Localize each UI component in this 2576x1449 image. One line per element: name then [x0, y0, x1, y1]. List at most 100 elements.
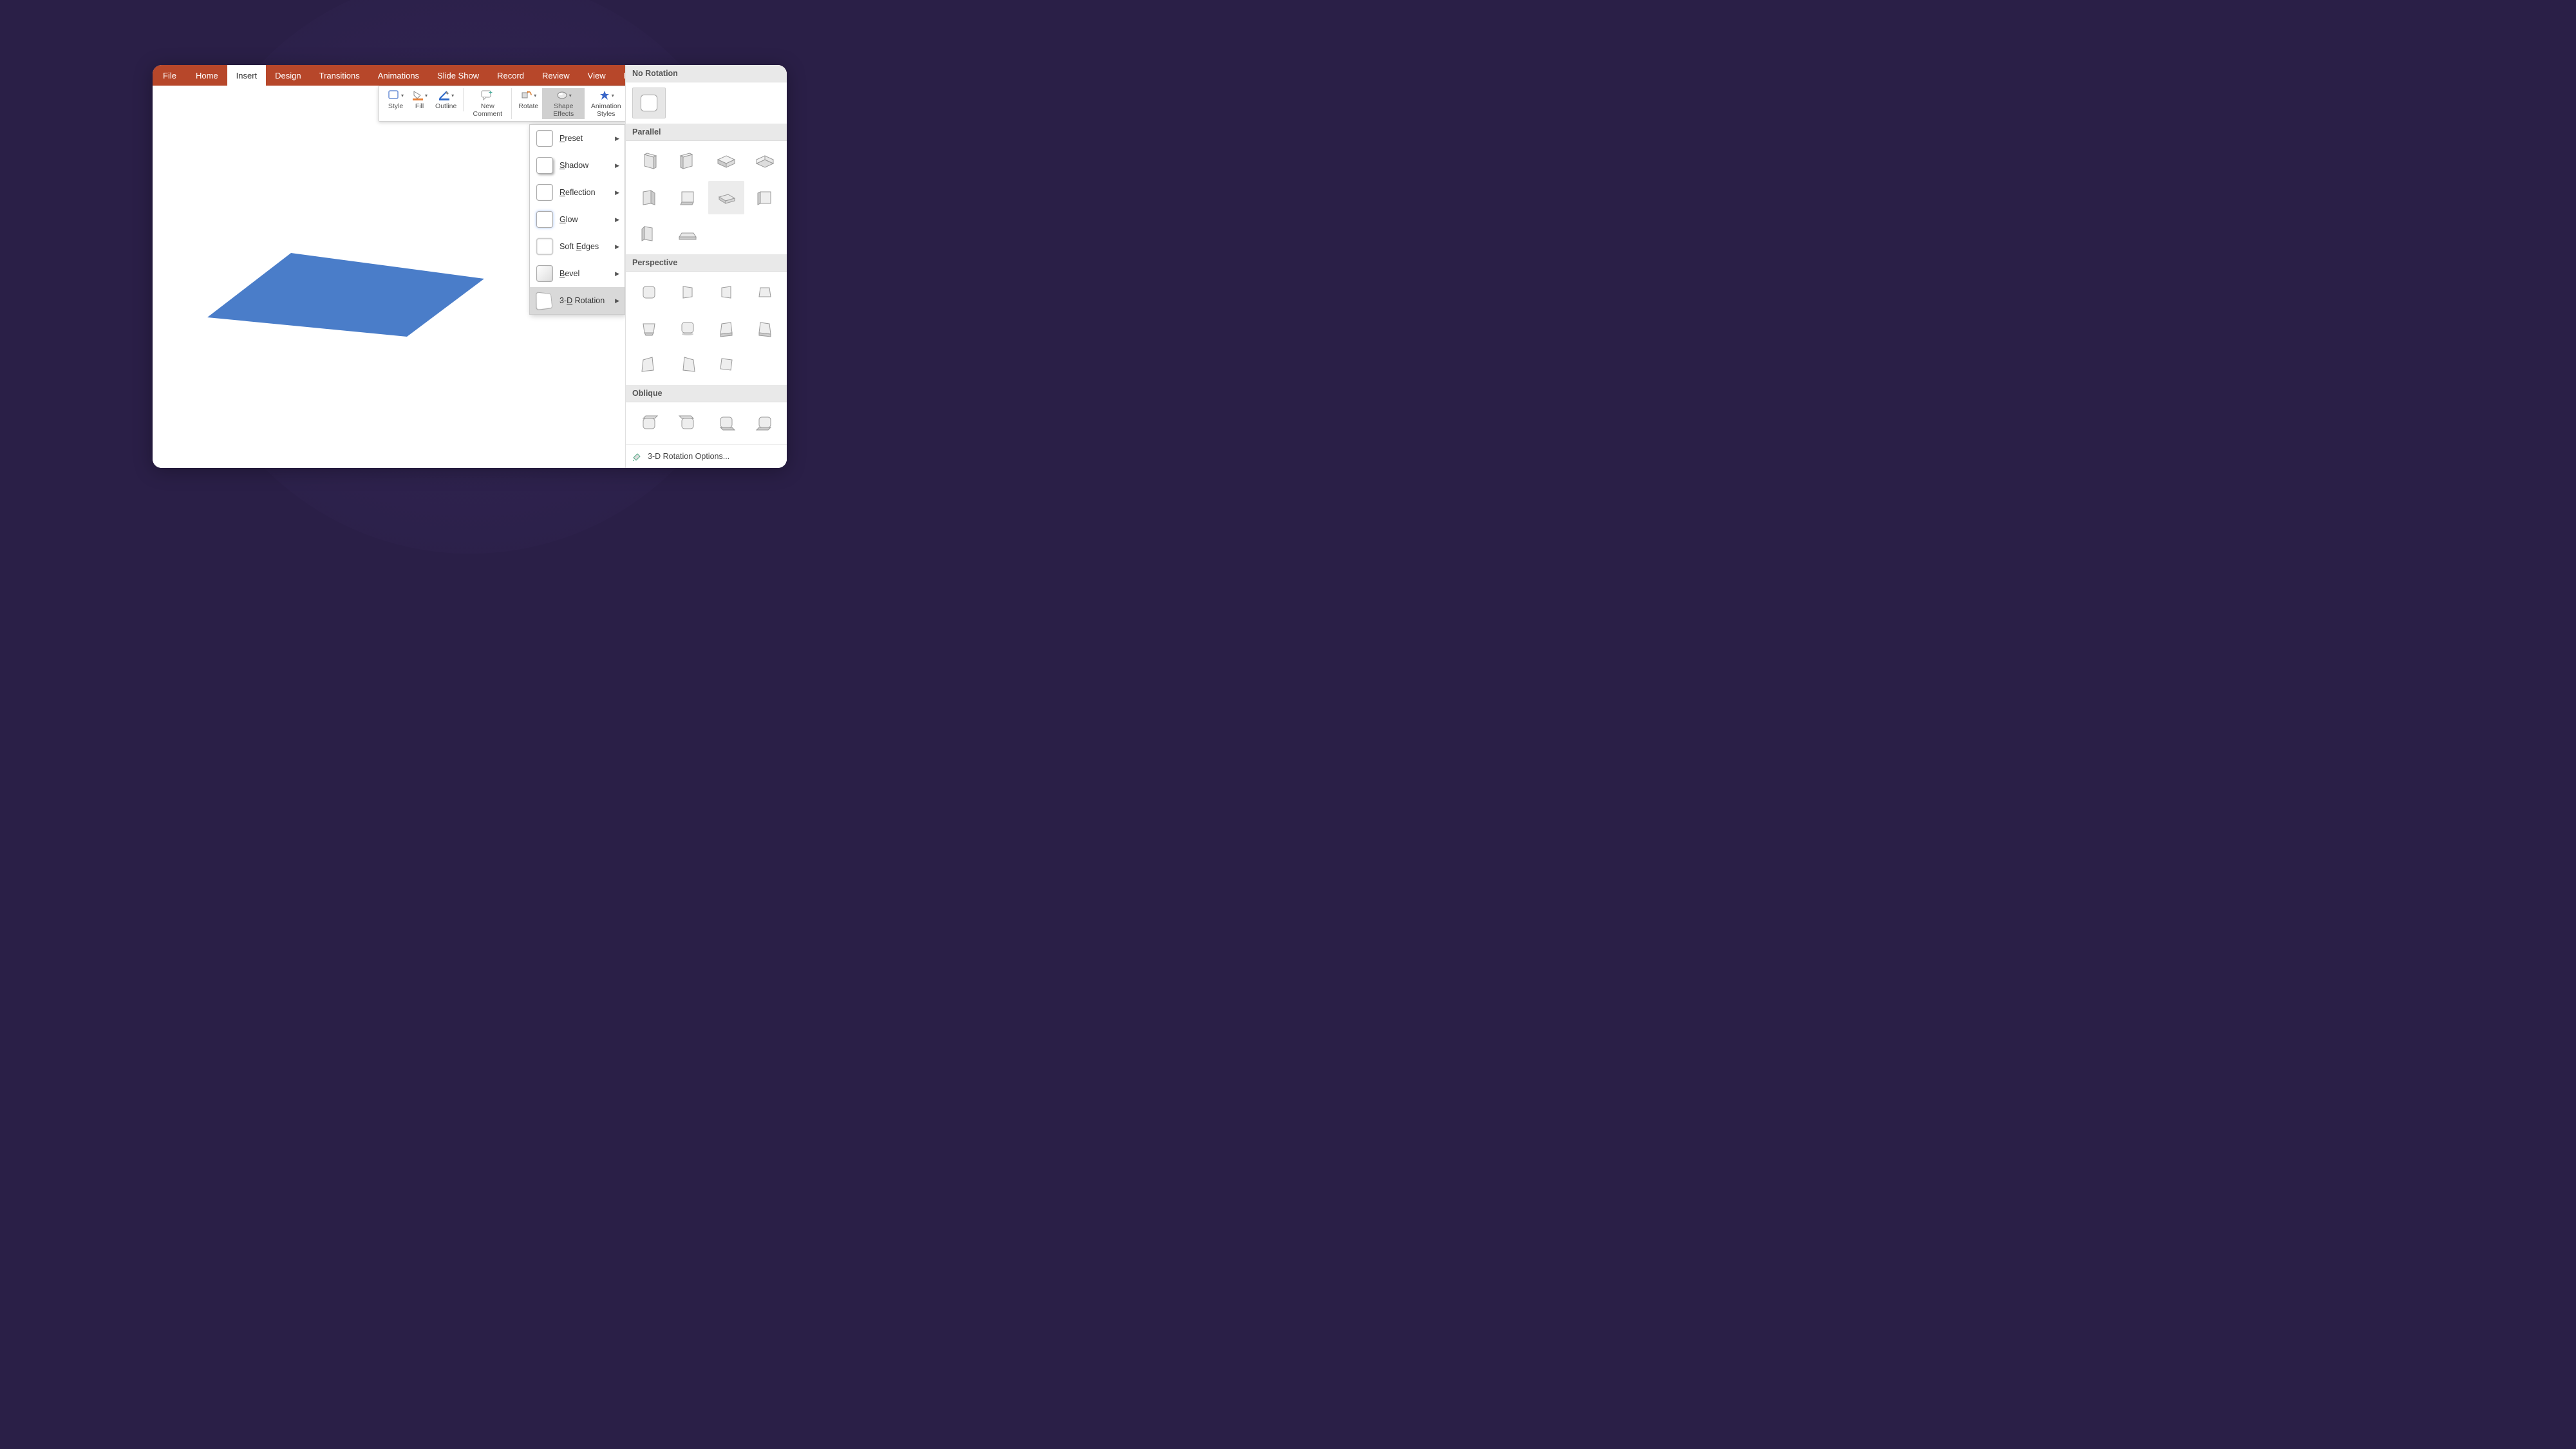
header-oblique: Oblique — [626, 385, 787, 402]
new-comment-button[interactable]: + New Comment — [466, 88, 509, 119]
rotation-3d-icon — [536, 292, 552, 310]
reflection-icon — [536, 184, 553, 201]
shape-effects-icon — [556, 89, 569, 101]
perspective-preset-11[interactable] — [708, 348, 744, 381]
style-icon — [388, 89, 400, 101]
tab-view[interactable]: View — [579, 65, 615, 86]
bevel-icon — [536, 265, 553, 282]
mini-toolbar: ▾ Style ▾ Fill ▾ Outline — [378, 86, 633, 122]
preset-icon — [536, 130, 553, 147]
tab-file[interactable]: File — [153, 65, 187, 86]
tab-animations[interactable]: Animations — [369, 65, 428, 86]
parallel-preset-2[interactable] — [670, 145, 706, 178]
parallel-preset-10[interactable] — [670, 217, 706, 250]
tab-home[interactable]: Home — [187, 65, 227, 86]
persp-contrast-r-icon — [755, 319, 775, 338]
shape-effects-label: Shape Effects — [546, 102, 581, 118]
parallel-preset-1[interactable] — [631, 145, 667, 178]
tab-design[interactable]: Design — [266, 65, 310, 86]
persp-front-icon — [639, 283, 659, 302]
shape-effects-button[interactable]: ▾ Shape Effects — [542, 88, 585, 119]
menu-preset[interactable]: Preset ▶ — [530, 125, 625, 152]
shape-effects-menu: Preset ▶ Shadow ▶ Reflection ▶ Glow ▶ So… — [529, 124, 625, 315]
persp-above-icon — [639, 319, 659, 338]
header-parallel: Parallel — [626, 124, 787, 141]
oblique-preset-4[interactable] — [747, 406, 783, 440]
iso-bottom-icon — [755, 152, 775, 171]
fill-icon — [411, 89, 424, 101]
oblique-preset-1[interactable] — [631, 406, 667, 440]
header-perspective: Perspective — [626, 254, 787, 272]
menu-bevel[interactable]: Bevel ▶ — [530, 260, 625, 287]
menu-soft-edges[interactable]: Soft Edges ▶ — [530, 233, 625, 260]
parallel-preset-3[interactable] — [708, 145, 744, 178]
menu-3d-rotation[interactable]: 3-D Rotation ▶ — [530, 287, 625, 314]
oblique-preset-2[interactable] — [670, 406, 706, 440]
persp-heroic-r-icon — [678, 355, 697, 374]
tab-slide-show[interactable]: Slide Show — [428, 65, 488, 86]
shadow-icon — [536, 157, 553, 174]
iso-left-icon — [678, 152, 697, 171]
menu-shadow[interactable]: Shadow ▶ — [530, 152, 625, 179]
tab-insert[interactable]: Insert — [227, 65, 267, 86]
off-axis-top-icon — [717, 188, 736, 207]
iso-right-icon — [639, 152, 659, 171]
perspective-preset-5[interactable] — [631, 312, 667, 345]
tab-review[interactable]: Review — [533, 65, 579, 86]
fill-button[interactable]: ▾ Fill — [408, 88, 431, 111]
chevron-right-icon: ▶ — [615, 243, 619, 250]
perspective-preset-6[interactable] — [670, 312, 706, 345]
outline-label: Outline — [435, 102, 456, 110]
parallel-preset-6[interactable] — [670, 181, 706, 214]
style-button[interactable]: ▾ Style — [384, 88, 408, 111]
parallel-preset-8[interactable] — [747, 181, 783, 214]
persp-heroic-l-icon — [639, 355, 659, 374]
chevron-right-icon: ▶ — [615, 135, 619, 142]
perspective-preset-3[interactable] — [708, 276, 744, 309]
new-comment-icon: + — [481, 89, 494, 101]
format-shape-icon — [632, 451, 643, 462]
menu-reflection[interactable]: Reflection ▶ — [530, 179, 625, 206]
perspective-preset-9[interactable] — [631, 348, 667, 381]
preset-no-rotation[interactable] — [632, 88, 666, 118]
perspective-preset-4[interactable] — [747, 276, 783, 309]
perspective-preset-10[interactable] — [670, 348, 706, 381]
style-label: Style — [388, 102, 403, 110]
persp-relaxed-mod-icon — [717, 355, 736, 374]
menu-glow[interactable]: Glow ▶ — [530, 206, 625, 233]
chevron-right-icon: ▶ — [615, 162, 619, 169]
fill-label: Fill — [415, 102, 424, 110]
rotated-shape[interactable] — [207, 253, 491, 356]
rotate-button[interactable]: ▾ Rotate — [514, 88, 542, 119]
parallel-preset-9[interactable] — [631, 217, 667, 250]
chevron-right-icon: ▶ — [615, 297, 619, 304]
perspective-preset-2[interactable] — [670, 276, 706, 309]
parallel-preset-5[interactable] — [631, 181, 667, 214]
chevron-right-icon: ▶ — [615, 189, 619, 196]
off-axis-3-icon — [755, 188, 775, 207]
perspective-preset-7[interactable] — [708, 312, 744, 345]
oblique-br-icon — [755, 413, 775, 433]
persp-relaxed-icon — [678, 319, 697, 338]
parallel-preset-4[interactable] — [747, 145, 783, 178]
off-axis-1-icon — [639, 188, 659, 207]
perspective-preset-1[interactable] — [631, 276, 667, 309]
off-axis-2-icon — [678, 188, 697, 207]
parallel-preset-7[interactable] — [708, 181, 744, 214]
perspective-preset-8[interactable] — [747, 312, 783, 345]
tab-record[interactable]: Record — [488, 65, 533, 86]
oblique-preset-3[interactable] — [708, 406, 744, 440]
header-no-rotation: No Rotation — [626, 65, 787, 82]
rotate-icon — [520, 89, 533, 101]
animation-styles-icon — [598, 89, 611, 101]
tab-transitions[interactable]: Transitions — [310, 65, 369, 86]
persp-right-icon — [717, 283, 736, 302]
outline-button[interactable]: ▾ Outline — [431, 88, 460, 111]
animation-styles-button[interactable]: ▾ Animation Styles — [585, 88, 627, 119]
persp-contrast-l-icon — [717, 319, 736, 338]
svg-text:+: + — [489, 90, 493, 97]
outline-icon — [438, 89, 451, 101]
rotation-options-link[interactable]: 3-D Rotation Options... — [626, 444, 787, 468]
new-comment-label: New Comment — [470, 102, 505, 118]
rotate-label: Rotate — [518, 102, 538, 110]
